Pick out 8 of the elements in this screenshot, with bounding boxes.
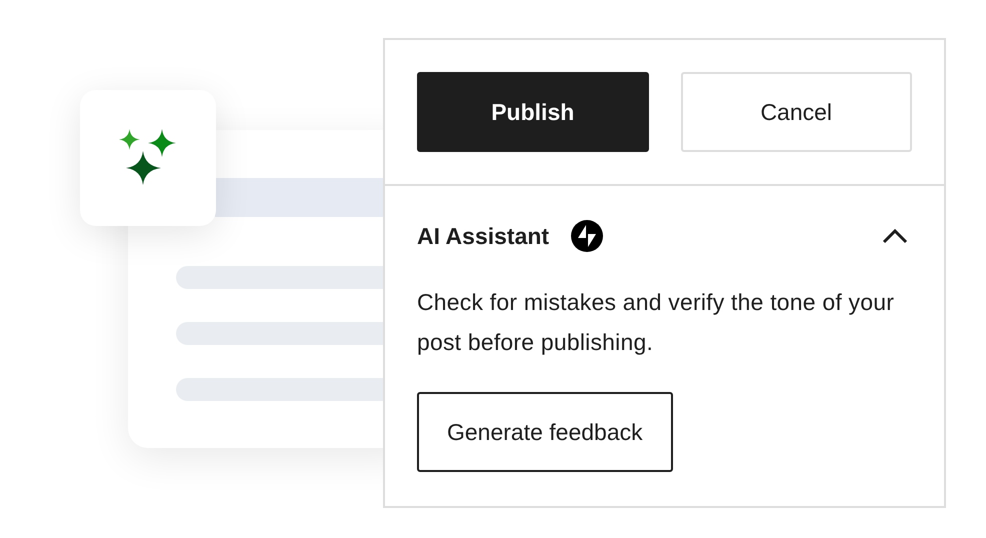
section-description: Check for mistakes and verify the tone of your post before publishing.	[417, 288, 896, 357]
generate-feedback-button[interactable]: Generate feedback	[417, 392, 673, 472]
lightning-icon	[571, 220, 604, 252]
cancel-button[interactable]: Cancel	[680, 72, 912, 152]
publish-button[interactable]: Publish	[417, 72, 648, 152]
chevron-up-icon[interactable]	[882, 228, 908, 244]
sparkles-icon	[119, 129, 177, 187]
section-title: AI Assistant	[417, 222, 550, 250]
